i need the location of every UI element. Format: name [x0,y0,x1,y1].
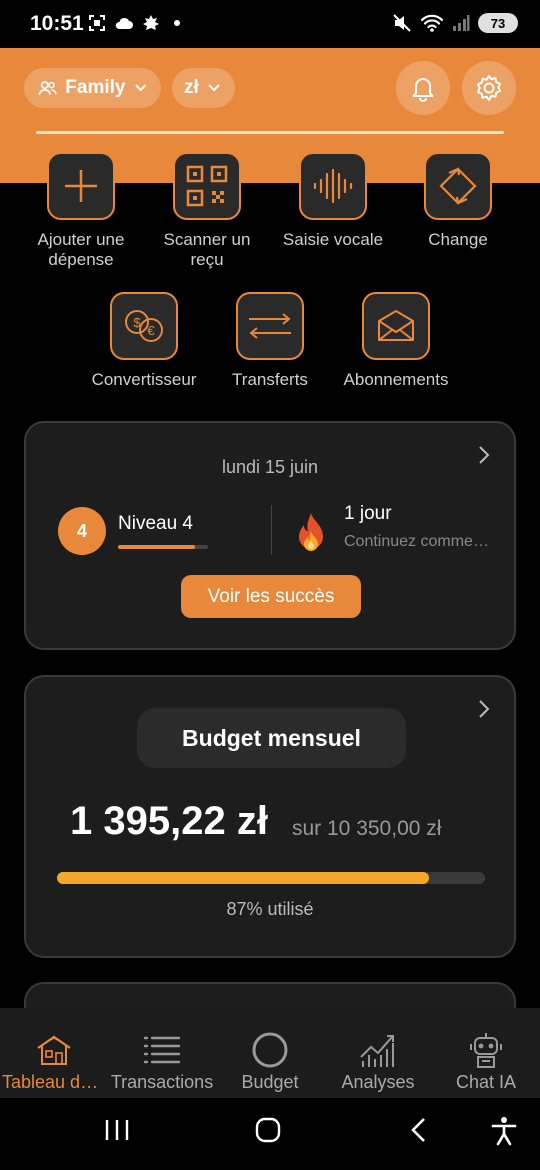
family-selector[interactable]: Family [24,68,161,108]
notifications-button[interactable] [396,61,450,115]
qr-code-icon [186,165,228,207]
header-divider [36,131,504,134]
quick-action-voice-entry[interactable]: Saisie vocale [271,152,395,250]
house-icon [37,1035,71,1065]
screenshot-icon [89,15,105,31]
family-label: Family [65,77,126,98]
streak-subtitle: Continuez comme ça [344,533,489,550]
nav-tab-budget[interactable]: Budget [216,1008,324,1098]
fire-icon [299,513,323,551]
budget-progress-fill [57,872,430,884]
back-icon[interactable] [408,1116,430,1144]
quick-action-converter[interactable]: $ € Convertisseur [82,292,206,390]
budget-title: Budget mensuel [137,708,406,768]
signal-icon [453,15,470,31]
envelope-icon [378,310,414,341]
wifi-icon [420,14,444,32]
nav-label: Chat IA [455,1072,517,1092]
currency-label: zł [184,77,199,98]
plus-icon [65,170,97,202]
settings-button[interactable] [462,61,516,115]
quick-action-subscriptions[interactable]: Abonnements [334,292,458,390]
chevron-right-icon [479,700,490,718]
bottom-navigation: Tableau de bord Transactions Budget Anal… [0,1008,540,1098]
nav-tab-dashboard[interactable]: Tableau de bord [0,1008,108,1098]
leaf-icon [143,15,159,30]
nav-tab-ai-chat[interactable]: Chat IA [432,1008,540,1098]
currency-selector[interactable]: zł [172,68,235,108]
battery-indicator: 73 [478,13,518,33]
quick-action-label: Ajouter une dépense [37,230,125,269]
quick-action-scan-receipt[interactable]: Scanner un reçu [145,152,269,270]
chevron-down-icon [134,84,146,92]
status-time: 10:51 [30,12,84,35]
home-icon[interactable] [254,1116,282,1144]
progress-card[interactable]: lundi 15 juin 4 Niveau 4 1 jour Continue… [24,421,516,650]
nav-label: Transactions [110,1072,214,1092]
quick-action-label: Saisie vocale [282,230,384,249]
quick-action-label: Scanner un reçu [163,230,251,269]
nav-label: Analyses [341,1072,415,1092]
nav-tab-transactions[interactable]: Transactions [108,1008,216,1098]
accessibility-icon[interactable] [490,1116,518,1146]
level-progress-bar [118,545,208,549]
quick-action-label: Transferts [232,370,308,389]
mute-icon [393,14,411,32]
streak-title: 1 jour [344,503,392,524]
list-icon [143,1036,181,1064]
system-navigation-bar [0,1098,540,1170]
svg-text:€: € [147,323,155,338]
bell-icon [412,78,434,102]
chevron-down-icon [208,84,220,92]
nav-tab-analytics[interactable]: Analyses [324,1008,432,1098]
level-badge: 4 [58,507,106,555]
divider [271,505,272,555]
nav-label: Tableau de bord [2,1072,106,1092]
quick-action-add-expense[interactable]: Ajouter une dépense [19,152,143,270]
status-bar: 10:51 73 [0,0,540,48]
budget-total-amount: sur 10 350,00 zł [292,817,442,840]
quick-action-transfers[interactable]: Transferts [208,292,332,390]
cloud-icon [115,17,133,29]
chart-icon [360,1035,394,1067]
users-icon [38,81,57,95]
exchange-icon [439,167,477,205]
quick-action-label: Change [428,230,488,249]
recent-apps-icon[interactable] [104,1116,130,1144]
dot-icon [174,20,180,26]
robot-icon [470,1033,502,1068]
currency-convert-icon: $€ [125,310,163,342]
today-date: lundi 15 juin [221,457,319,477]
budget-progress-bar [57,872,485,884]
nav-label: Budget [241,1072,299,1092]
svg-text:$: $ [133,315,141,330]
level-progress-fill [118,545,195,549]
quick-action-label: Convertisseur [91,370,197,389]
ring-icon [252,1032,288,1068]
budget-spent-amount: 1 395,22 zł [70,799,268,843]
level-label: Niveau 4 [118,513,193,534]
budget-used-label: 87% utilisé [226,899,314,919]
voice-wave-icon [313,168,353,204]
quick-action-label: Abonnements [343,370,449,389]
gear-icon [476,75,502,101]
quick-action-exchange[interactable]: Change [396,152,520,250]
view-achievements-button[interactable]: Voir les succès [181,575,361,618]
monthly-budget-card[interactable]: Budget mensuel 1 395,22 zł sur 10 350,00… [24,675,516,958]
transfer-arrows-icon [249,313,291,339]
